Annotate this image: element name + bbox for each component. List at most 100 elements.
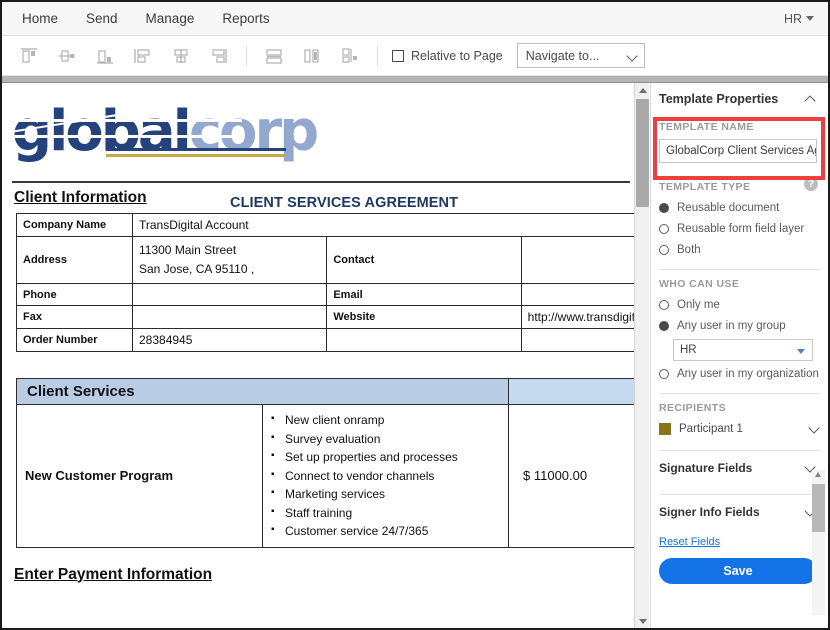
reset-fields-link[interactable]: Reset Fields: [651, 536, 720, 548]
row-label: Order Number: [16, 328, 133, 352]
list-item: Staff training: [271, 503, 500, 523]
scroll-up-button[interactable]: [635, 83, 650, 97]
accordion-signer-info-fields[interactable]: Signer Info Fields: [651, 495, 828, 529]
group-select-dropdown[interactable]: HR: [673, 339, 813, 361]
row-value: TransDigital Account: [132, 213, 634, 237]
who-can-use-label: WHO CAN USE: [659, 278, 740, 290]
address-line-2: San Jose, CA 95110 ,: [139, 262, 255, 276]
chevron-down-icon[interactable]: [808, 421, 820, 434]
radio-reusable-form-field-layer[interactable]: Reusable form field layer: [651, 218, 828, 239]
recipient-participant-1[interactable]: Participant 1: [651, 417, 828, 441]
list-item: Connect to vendor channels: [271, 466, 500, 486]
row-value: 11300 Main Street San Jose, CA 95110 ,: [131, 236, 328, 284]
recipient-color-swatch: [659, 423, 671, 435]
align-top-icon[interactable]: [14, 43, 44, 69]
chevron-down-icon: [626, 50, 638, 62]
user-account-menu[interactable]: HR: [784, 12, 828, 26]
panel-header[interactable]: Template Properties: [651, 83, 828, 115]
document-page: globalcorp CLIENT SERVICES AGREEMENT Cli…: [2, 83, 634, 584]
match-size-icon[interactable]: [335, 43, 365, 69]
recipient-name: Participant 1: [679, 423, 743, 435]
template-type-radio-group: Reusable document Reusable form field la…: [651, 197, 828, 260]
row-value: [131, 283, 328, 306]
menu-item-send[interactable]: Send: [72, 2, 132, 36]
radio-label: Any user in my group: [677, 319, 786, 332]
align-center-icon[interactable]: [166, 43, 196, 69]
user-account-label: HR: [783, 11, 802, 26]
template-name-label: TEMPLATE NAME: [659, 121, 754, 133]
save-button[interactable]: Save: [659, 558, 817, 584]
row-label-2: Email: [326, 283, 522, 306]
row-value-2: http://www.transdigitalcorp.com: [520, 305, 634, 329]
row-label: Company Name: [16, 213, 133, 237]
radio-label: Only me: [677, 298, 720, 311]
align-left-icon[interactable]: [128, 43, 158, 69]
distribute-vertical-icon[interactable]: [259, 43, 289, 69]
radio-icon: [659, 244, 669, 255]
scrollbar-thumb[interactable]: [636, 99, 649, 207]
align-bottom-icon[interactable]: [90, 43, 120, 69]
menu-item-home[interactable]: Home: [8, 2, 72, 36]
relative-to-page-label: Relative to Page: [411, 48, 503, 63]
list-item: New client onramp: [271, 410, 500, 430]
radio-label: Both: [677, 243, 701, 256]
radio-icon: [659, 368, 669, 379]
chevron-up-icon[interactable]: [804, 94, 816, 107]
row-value-2: [520, 236, 634, 284]
program-amount: $ 11000.00: [508, 404, 634, 548]
table-row: New Customer Program New client onramp S…: [16, 404, 634, 548]
scrollbar-thumb[interactable]: [812, 484, 825, 532]
group-select-value: HR: [680, 344, 697, 356]
radio-only-me[interactable]: Only me: [651, 294, 828, 315]
row-label: Fax: [16, 305, 133, 329]
list-item: Set up properties and processes: [271, 447, 500, 467]
triangle-down-icon: [638, 618, 647, 624]
client-services-table: Client Services Investment New Customer …: [16, 378, 634, 548]
document-scrollbar[interactable]: [634, 83, 649, 628]
triangle-up-icon: [815, 472, 821, 477]
help-icon[interactable]: ?: [804, 177, 818, 191]
radio-both[interactable]: Both: [651, 239, 828, 260]
relative-to-page-checkbox[interactable]: Relative to Page: [392, 49, 503, 63]
radio-any-user-in-my-organization[interactable]: Any user in my organization: [651, 363, 828, 384]
alignment-toolbar: Relative to Page Navigate to...: [2, 36, 828, 76]
program-items-list: New client onramp Survey evaluation Set …: [271, 410, 500, 541]
document-canvas[interactable]: globalcorp CLIENT SERVICES AGREEMENT Cli…: [2, 83, 634, 628]
toolbar-separator-2: [377, 45, 378, 66]
menu-item-reports[interactable]: Reports: [208, 2, 283, 36]
address-line-1: 11300 Main Street: [139, 243, 237, 257]
panel-divider-2: [659, 393, 820, 394]
row-label: Address: [16, 236, 133, 284]
scroll-down-button[interactable]: [635, 614, 650, 628]
radio-reusable-document[interactable]: Reusable document: [651, 197, 828, 218]
document-title-rule: [12, 181, 630, 183]
template-type-header: TEMPLATE TYPE ?: [651, 175, 828, 193]
table-row: Company Name TransDigital Account: [16, 213, 634, 237]
logo-underline-blue: [106, 148, 286, 151]
distribute-horizontal-icon[interactable]: [297, 43, 327, 69]
table-row: Phone Email: [16, 283, 634, 306]
radio-icon: [659, 299, 669, 310]
section-heading-enter-payment-information: Enter Payment Information: [14, 565, 213, 583]
signer-info-fields-label: Signer Info Fields: [659, 505, 760, 519]
accordion-signature-fields[interactable]: Signature Fields: [651, 451, 828, 485]
radio-any-user-in-my-group[interactable]: Any user in my group: [651, 315, 828, 336]
template-name-input[interactable]: GlobalCorp Client Services Ag: [659, 139, 817, 163]
align-middle-horizontal-icon[interactable]: [52, 43, 82, 69]
row-label-2: Contact: [326, 236, 522, 284]
who-can-use-radio-group: Only me Any user in my group HR Any user…: [651, 294, 828, 384]
align-right-icon[interactable]: [204, 43, 234, 69]
menu-item-manage[interactable]: Manage: [132, 2, 209, 36]
panel-scrollbar[interactable]: [812, 470, 825, 615]
program-name: New Customer Program: [16, 404, 263, 548]
table-row: Order Number 28384945: [16, 328, 634, 352]
chevron-down-icon: [806, 16, 814, 21]
panel-divider-1: [659, 269, 820, 270]
panel-title: Template Properties: [659, 92, 779, 106]
program-items-cell: New client onramp Survey evaluation Set …: [262, 404, 509, 548]
radio-selected-icon: [659, 320, 669, 331]
navigate-to-dropdown[interactable]: Navigate to...: [516, 43, 645, 68]
triangle-up-icon: [638, 87, 647, 93]
toolbar-separator-1: [246, 45, 247, 66]
chevron-down-icon: [797, 349, 805, 354]
